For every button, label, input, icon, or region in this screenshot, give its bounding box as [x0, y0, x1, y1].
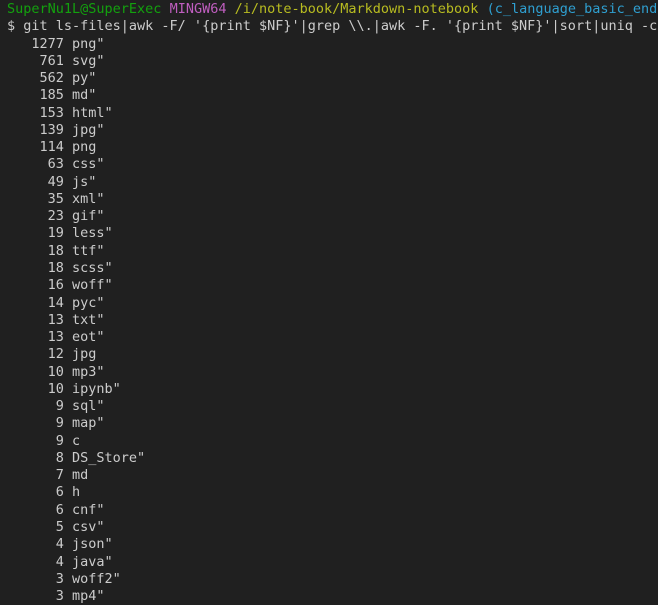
command-output: 1277 png" 761 svg" 562 py" 185 md" 153 h…	[7, 36, 658, 605]
output-line: 5 csv"	[7, 519, 658, 536]
output-line: 114 png	[7, 139, 658, 156]
prompt-user-host: SuperNu1L@SuperExec	[7, 1, 161, 17]
output-line: 13 eot"	[7, 329, 658, 346]
output-line: 139 jpg"	[7, 122, 658, 139]
output-line: 9 sql"	[7, 398, 658, 415]
output-line: 12 jpg	[7, 346, 658, 363]
output-line: 23 gif"	[7, 208, 658, 225]
output-line: 562 py"	[7, 70, 658, 87]
output-line: 8 DS_Store"	[7, 450, 658, 467]
output-line: 18 ttf"	[7, 243, 658, 260]
output-line: 35 xml"	[7, 191, 658, 208]
prompt-git-branch: (c_language_basic_end)	[487, 1, 658, 17]
output-line: 761 svg"	[7, 53, 658, 70]
output-line: 153 html"	[7, 105, 658, 122]
output-line: 19 less"	[7, 225, 658, 242]
output-line: 6 cnf"	[7, 502, 658, 519]
output-line: 13 txt"	[7, 312, 658, 329]
output-line: 9 map"	[7, 415, 658, 432]
output-line: 18 scss"	[7, 260, 658, 277]
output-line: 4 java"	[7, 554, 658, 571]
output-line: 3 mp4"	[7, 588, 658, 605]
output-line: 6 h	[7, 484, 658, 501]
prompt-line: SuperNu1L@SuperExec MINGW64/i/note-book/M…	[7, 1, 658, 18]
output-line: 185 md"	[7, 87, 658, 104]
output-line: 1277 png"	[7, 36, 658, 53]
output-line: 10 ipynb"	[7, 381, 658, 398]
output-line: 7 md	[7, 467, 658, 484]
output-line: 14 pyc"	[7, 295, 658, 312]
terminal-window[interactable]: SuperNu1L@SuperExec MINGW64/i/note-book/M…	[0, 0, 658, 605]
output-line: 16 woff"	[7, 277, 658, 294]
command-line: $ git ls-files|awk -F/ '{print $NF}'|gre…	[7, 18, 658, 35]
prompt-working-directory: /i/note-book/Markdown-notebook	[235, 1, 479, 17]
prompt-shell-name: MINGW64	[170, 1, 227, 17]
output-line: 10 mp3"	[7, 364, 658, 381]
output-line: 3 woff2"	[7, 571, 658, 588]
output-line: 4 json"	[7, 536, 658, 553]
output-line: 49 js"	[7, 174, 658, 191]
output-line: 63 css"	[7, 156, 658, 173]
output-line: 9 c	[7, 433, 658, 450]
